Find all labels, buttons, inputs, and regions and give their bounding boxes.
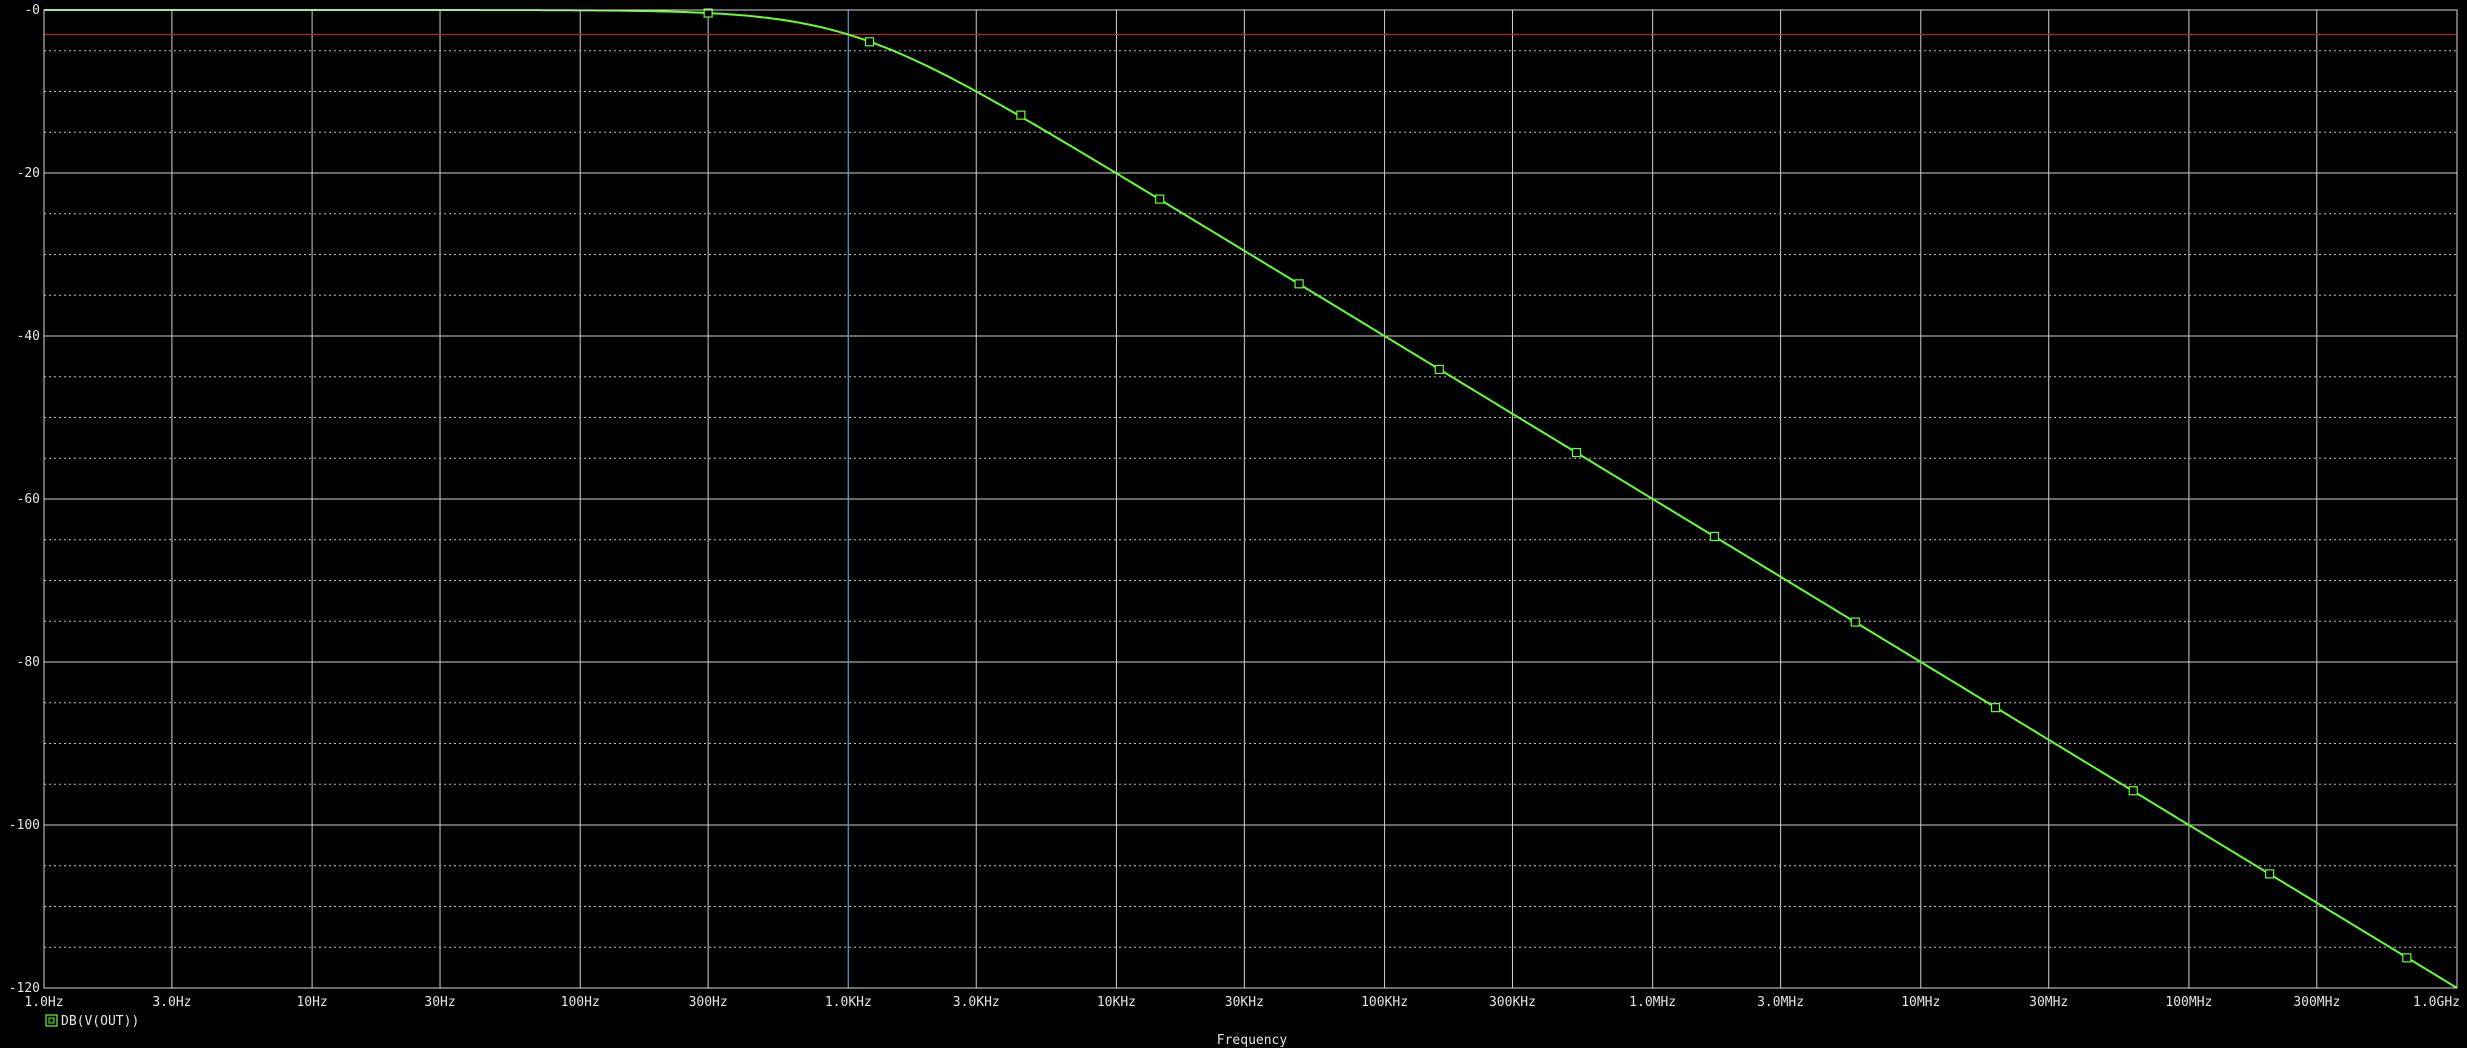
legend[interactable]: DB(V(OUT))	[45, 1014, 139, 1029]
x-tick-label: 3.0KHz	[953, 995, 1000, 1010]
x-tick-label: 3.0Hz	[152, 995, 191, 1010]
x-tick-label: 100Hz	[561, 995, 600, 1010]
trace-marker-point	[1990, 703, 2001, 713]
x-tick-label: 3.0MHz	[1757, 995, 1804, 1010]
trace-marker-point	[1571, 447, 1582, 458]
x-tick-label: 1.0MHz	[1629, 995, 1676, 1010]
trace-marker-point	[1155, 194, 1165, 204]
grid	[43, 9, 2458, 989]
trace-marker-point	[1709, 531, 1720, 542]
legend-marker-inner-icon	[48, 1017, 55, 1024]
x-tick-label: 1.0KHz	[825, 995, 872, 1010]
y-tick-label: -100	[9, 818, 40, 833]
x-tick-label: 30MHz	[2029, 995, 2068, 1010]
x-axis-tick-labels: 1.0Hz 3.0Hz 10Hz 30Hz 100Hz 300Hz 1.0KHz 3.0KHz…	[24, 995, 2460, 1010]
y-axis-tick-labels: -0 -20 -40 -60 -80 -100 -120	[9, 3, 40, 996]
x-tick-label: 1.0GHz	[2413, 995, 2460, 1010]
x-tick-label: 30KHz	[1225, 995, 1264, 1010]
trace-marker-point	[2128, 786, 2138, 796]
x-axis-label: Frequency	[1217, 1033, 1288, 1048]
trace-markers	[703, 8, 2412, 963]
x-tick-label: 300KHz	[1489, 995, 1536, 1010]
trace-marker-point	[1434, 364, 1444, 375]
y-tick-label: -120	[9, 981, 40, 996]
y-tick-label: -40	[17, 329, 40, 344]
plot-window: -0 -20 -40 -60 -80 -100 -120 1.0Hz 3.0Hz 10Hz 30H…	[0, 0, 2467, 1048]
trace-marker-point	[1850, 617, 1860, 627]
trace-marker-point	[2402, 953, 2412, 963]
legend-marker-icon	[45, 1014, 58, 1027]
x-tick-label: 10KHz	[1097, 995, 1136, 1010]
x-tick-label: 1.0Hz	[24, 995, 63, 1010]
y-tick-label: -0	[24, 3, 40, 18]
trace-marker-point	[1294, 279, 1304, 289]
x-tick-label: 10MHz	[1901, 995, 1940, 1010]
trace-marker-point	[864, 37, 875, 47]
x-tick-label: 300Hz	[689, 995, 728, 1010]
y-tick-label: -80	[17, 655, 40, 670]
frequency-response-chart: -0 -20 -40 -60 -80 -100 -120 1.0Hz 3.0Hz 10Hz 30H…	[9, 3, 2460, 1048]
trace-marker-point	[1016, 110, 1026, 120]
x-tick-label: 300MHz	[2293, 995, 2340, 1010]
x-tick-label: 30Hz	[424, 995, 455, 1010]
y-tick-label: -20	[17, 166, 40, 181]
x-tick-label: 10Hz	[296, 995, 327, 1010]
legend-label: DB(V(OUT))	[61, 1014, 139, 1029]
trace-marker-point	[2264, 869, 2275, 879]
x-tick-label: 100MHz	[2165, 995, 2212, 1010]
y-tick-label: -60	[17, 492, 40, 507]
x-tick-label: 100KHz	[1361, 995, 1408, 1010]
